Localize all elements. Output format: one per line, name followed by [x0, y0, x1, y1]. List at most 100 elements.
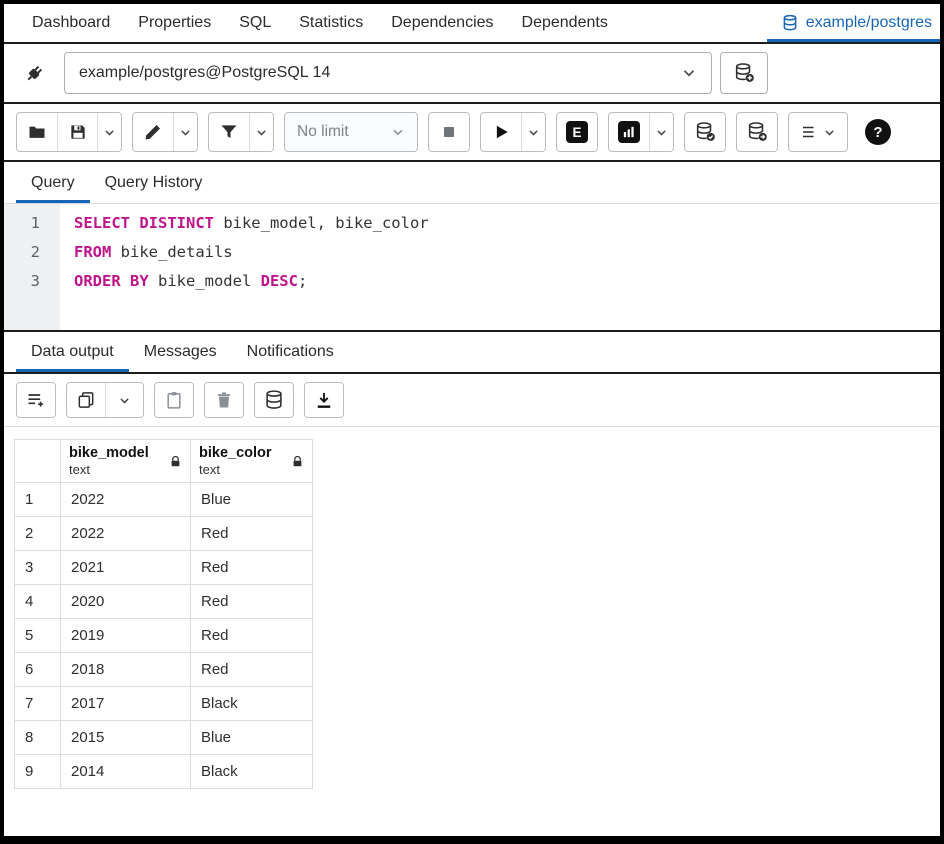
- query-tool-connection-button[interactable]: [14, 53, 56, 93]
- database-rollback-icon: [746, 121, 768, 143]
- delete-row-button[interactable]: [205, 383, 243, 417]
- row-number[interactable]: 9: [15, 755, 61, 789]
- cell-bike-color[interactable]: Black: [191, 687, 313, 721]
- trash-icon: [214, 390, 234, 410]
- tab-properties[interactable]: Properties: [124, 4, 225, 42]
- sql-text: ;: [298, 272, 307, 290]
- help-button-group: ?: [858, 112, 898, 152]
- cell-bike-color[interactable]: Black: [191, 755, 313, 789]
- rollback-button[interactable]: [737, 113, 777, 151]
- cell-bike-model[interactable]: 2022: [61, 517, 191, 551]
- execute-button[interactable]: [481, 113, 521, 151]
- tab-data-output[interactable]: Data output: [16, 332, 129, 372]
- explain-menu-chevron[interactable]: [649, 113, 673, 151]
- table-row: 5 2019 Red: [15, 619, 313, 653]
- cell-bike-color[interactable]: Red: [191, 585, 313, 619]
- connection-select[interactable]: example/postgres@PostgreSQL 14: [64, 52, 712, 94]
- add-row-button[interactable]: [17, 383, 55, 417]
- download-icon: [314, 390, 334, 410]
- save-file-button[interactable]: [57, 113, 97, 151]
- stop-button-group: [428, 112, 470, 152]
- column-name: bike_model: [69, 445, 149, 461]
- row-number[interactable]: 6: [15, 653, 61, 687]
- tab-messages[interactable]: Messages: [129, 332, 232, 372]
- column-header-bike-model[interactable]: bike_model text: [61, 440, 191, 483]
- new-connection-button[interactable]: [720, 52, 768, 94]
- database-icon: [781, 14, 799, 32]
- cell-bike-color[interactable]: Blue: [191, 721, 313, 755]
- copy-button[interactable]: [67, 383, 105, 417]
- commit-button[interactable]: [685, 113, 725, 151]
- panel-tab-bar: Dashboard Properties SQL Statistics Depe…: [4, 4, 940, 44]
- edit-button[interactable]: [133, 113, 173, 151]
- cell-bike-model[interactable]: 2019: [61, 619, 191, 653]
- explain-analyze-button[interactable]: [609, 113, 649, 151]
- column-name: bike_color: [199, 445, 272, 461]
- tab-sql[interactable]: SQL: [225, 4, 285, 42]
- play-icon: [491, 122, 511, 142]
- sql-keyword: DESC: [261, 272, 298, 290]
- macros-button[interactable]: [789, 113, 847, 151]
- save-data-group: [254, 382, 294, 418]
- row-number[interactable]: 1: [15, 483, 61, 517]
- cell-bike-model[interactable]: 2021: [61, 551, 191, 585]
- sql-text: bike_details: [111, 243, 232, 261]
- cell-bike-color[interactable]: Red: [191, 551, 313, 585]
- execute-menu-chevron[interactable]: [521, 113, 545, 151]
- row-number[interactable]: 5: [15, 619, 61, 653]
- code-line: ORDER BY bike_model DESC;: [60, 267, 307, 296]
- grid-corner-cell[interactable]: [15, 440, 61, 483]
- tab-dependencies[interactable]: Dependencies: [377, 4, 507, 42]
- cell-bike-color[interactable]: Red: [191, 653, 313, 687]
- copy-menu-chevron[interactable]: [105, 383, 143, 417]
- save-menu-chevron[interactable]: [97, 113, 121, 151]
- cell-bike-model[interactable]: 2017: [61, 687, 191, 721]
- row-limit-value: No limit: [297, 123, 349, 141]
- cell-bike-model[interactable]: 2014: [61, 755, 191, 789]
- query-tab-bar: Query Query History: [4, 162, 940, 204]
- row-number[interactable]: 8: [15, 721, 61, 755]
- row-number[interactable]: 2: [15, 517, 61, 551]
- connection-bar: example/postgres@PostgreSQL 14: [4, 44, 940, 104]
- help-button[interactable]: ?: [858, 112, 898, 152]
- row-number[interactable]: 4: [15, 585, 61, 619]
- row-number[interactable]: 3: [15, 551, 61, 585]
- file-button-group: [16, 112, 122, 152]
- pencil-icon: [143, 122, 163, 142]
- row-number[interactable]: 7: [15, 687, 61, 721]
- stop-button[interactable]: [429, 113, 469, 151]
- connection-select-value: example/postgres@PostgreSQL 14: [79, 64, 330, 82]
- cell-bike-color[interactable]: Red: [191, 517, 313, 551]
- cell-bike-model[interactable]: 2015: [61, 721, 191, 755]
- chevron-down-icon: [527, 126, 540, 139]
- save-data-button[interactable]: [255, 383, 293, 417]
- cell-bike-color[interactable]: Red: [191, 619, 313, 653]
- help-icon: ?: [865, 119, 891, 145]
- sql-editor[interactable]: 1 SELECT DISTINCT bike_model, bike_color…: [4, 204, 940, 332]
- column-header-bike-color[interactable]: bike_color text: [191, 440, 313, 483]
- cell-bike-model[interactable]: 2022: [61, 483, 191, 517]
- download-button[interactable]: [305, 383, 343, 417]
- output-tab-bar: Data output Messages Notifications: [4, 332, 940, 374]
- tab-query-tool[interactable]: example/postgres: [767, 4, 940, 42]
- tab-dependents[interactable]: Dependents: [508, 4, 622, 42]
- edit-menu-chevron[interactable]: [173, 113, 197, 151]
- filter-button[interactable]: [209, 113, 249, 151]
- tab-notifications[interactable]: Notifications: [232, 332, 349, 372]
- editor-line: 3 ORDER BY bike_model DESC;: [4, 267, 940, 296]
- cell-bike-model[interactable]: 2020: [61, 585, 191, 619]
- tab-query[interactable]: Query: [16, 162, 90, 203]
- open-file-button[interactable]: [17, 113, 57, 151]
- row-limit-select[interactable]: No limit: [285, 113, 417, 151]
- paste-button[interactable]: [155, 383, 193, 417]
- tab-query-history[interactable]: Query History: [90, 162, 218, 203]
- tab-dashboard[interactable]: Dashboard: [18, 4, 124, 42]
- cell-bike-model[interactable]: 2018: [61, 653, 191, 687]
- explain-button-group: E: [556, 112, 598, 152]
- cell-bike-color[interactable]: Blue: [191, 483, 313, 517]
- filter-menu-chevron[interactable]: [249, 113, 273, 151]
- stop-icon: [439, 122, 459, 142]
- lock-icon: [291, 455, 304, 468]
- explain-button[interactable]: E: [557, 113, 597, 151]
- tab-statistics[interactable]: Statistics: [285, 4, 377, 42]
